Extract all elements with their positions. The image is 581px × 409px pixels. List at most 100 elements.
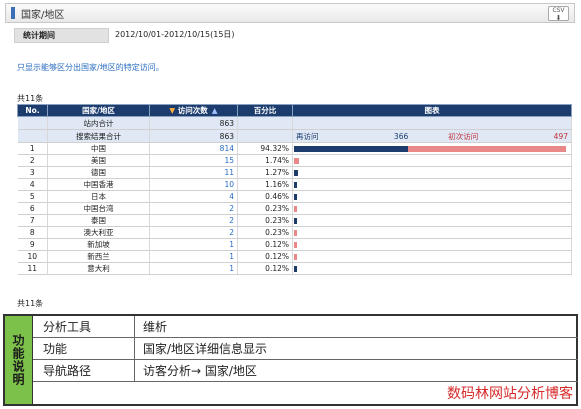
info-box: 功能说明 分析工具 维析 功能 国家/地区详细信息显示 导航路径 访客分析→ 国… [3,314,578,406]
row-visits[interactable]: 1 [149,262,238,275]
row-visits[interactable]: 814 [149,142,238,155]
row-no: 3 [17,166,48,179]
summary-label: 站内合计 [47,116,150,130]
row-percent: 0.23% [237,226,293,239]
csv-download-button[interactable]: CSV ⬇ [548,6,569,22]
chart-legend: 再访问 366 初次访问 497 [292,129,572,143]
info-row-tool: 分析工具 维析 [33,316,578,338]
row-bar-chart [292,214,572,227]
bar-returning [294,266,297,272]
bar-returning [294,170,298,176]
row-country: 中国香港 [47,178,150,191]
col-visits-label: 访问次数 [177,106,208,115]
bar-new [294,242,297,248]
row-visits[interactable]: 2 [149,214,238,227]
info-key: 功能 [33,338,135,359]
legend-returning-label: 再访问 [296,131,319,141]
row-visits[interactable]: 2 [149,202,238,215]
info-value: 维析 [143,320,168,334]
row-visits[interactable]: 11 [149,166,238,179]
row-no: 9 [17,238,48,251]
result-count-top: 共11条 [17,94,44,103]
col-percent: 百分比 [237,104,293,117]
row-percent: 0.46% [237,190,293,203]
table-row: 4 中国香港 10 1.16% [17,178,572,191]
row-bar-chart [292,238,572,251]
row-country: 澳大利亚 [47,226,150,239]
row-visits[interactable]: 15 [149,154,238,167]
row-country: 日本 [47,190,150,203]
row-percent: 0.12% [237,262,293,275]
title-bar: 国家/地区 CSV ⬇ [5,3,575,23]
col-country[interactable]: 国家/地区 [47,104,150,117]
sort-asc-icon: ▲ [211,106,218,115]
table-row: 7 泰国 2 0.23% [17,214,572,227]
period-value: 2012/10/01-2012/10/15(15日) [115,30,235,39]
info-row-path: 导航路径 访客分析→ 国家/地区 [33,360,578,382]
table-row: 2 美国 15 1.74% [17,154,572,167]
summary-row-search: 搜索结果合计 863 再访问 366 初次访问 497 [17,129,572,143]
result-count-bottom: 共11条 [17,299,44,308]
row-no: 2 [17,154,48,167]
row-no: 6 [17,202,48,215]
row-no: 4 [17,178,48,191]
table-row: 11 意大利 1 0.12% [17,262,572,275]
row-visits[interactable]: 4 [149,190,238,203]
row-country: 意大利 [47,262,150,275]
row-country: 新加坡 [47,238,150,251]
summary-visits: 863 [149,116,238,130]
bar-new [408,146,566,152]
table-row: 8 澳大利亚 2 0.23% [17,226,572,239]
bar-new [294,254,297,260]
page-title: 国家/地区 [21,9,65,21]
bar-new [294,230,297,236]
period-label: 统计期间 [14,28,109,43]
legend-new-value: 497 [553,131,568,141]
table-row: 3 德国 11 1.27% [17,166,572,179]
row-country: 泰国 [47,214,150,227]
row-no: 5 [17,190,48,203]
row-bar-chart [292,202,572,215]
legend-new-label: 初次访问 [448,131,479,141]
col-no: No. [17,104,48,117]
row-country: 美国 [47,154,150,167]
table-header-row: No. 国家/地区 ▼ 访问次数 ▲ 百分比 图表 [17,104,572,117]
row-percent: 94.32% [237,142,293,155]
row-bar-chart [292,190,572,203]
row-percent: 1.74% [237,154,293,167]
table-row: 9 新加坡 1 0.12% [17,238,572,251]
info-row-function: 功能 国家/地区详细信息显示 [33,338,578,360]
period-row: 统计期间 2012/10/01-2012/10/15(15日) [14,28,299,43]
row-percent: 0.12% [237,250,293,263]
row-percent: 1.27% [237,166,293,179]
bar-new [294,158,299,164]
row-percent: 0.23% [237,214,293,227]
row-country: 德国 [47,166,150,179]
filter-note: 只显示能够区分出国家/地区的特定访问。 [17,63,164,72]
bar-returning [294,182,298,188]
row-percent: 1.16% [237,178,293,191]
table-row: 1 中国 814 94.32% [17,142,572,155]
bar-returning [294,194,297,200]
row-bar-chart [292,166,572,179]
summary-visits: 863 [149,129,238,143]
country-table: No. 国家/地区 ▼ 访问次数 ▲ 百分比 图表 站内合计 863 搜索结果合计… [17,104,572,275]
row-visits[interactable]: 10 [149,178,238,191]
table-row: 10 新西兰 1 0.12% [17,250,572,263]
sort-desc-icon: ▼ [169,106,178,115]
row-no: 7 [17,214,48,227]
info-key: 导航路径 [33,360,135,381]
row-visits[interactable]: 1 [149,250,238,263]
row-bar-chart [292,226,572,239]
row-visits[interactable]: 2 [149,226,238,239]
summary-row-site: 站内合计 863 [17,116,572,130]
bar-returning [294,146,409,152]
row-percent: 0.23% [237,202,293,215]
row-no: 8 [17,226,48,239]
row-country: 新西兰 [47,250,150,263]
col-visits[interactable]: ▼ 访问次数 ▲ [149,104,238,117]
legend-returning-value: 366 [393,131,409,141]
csv-label: CSV [552,7,565,14]
row-visits[interactable]: 1 [149,238,238,251]
bar-returning [294,218,297,224]
